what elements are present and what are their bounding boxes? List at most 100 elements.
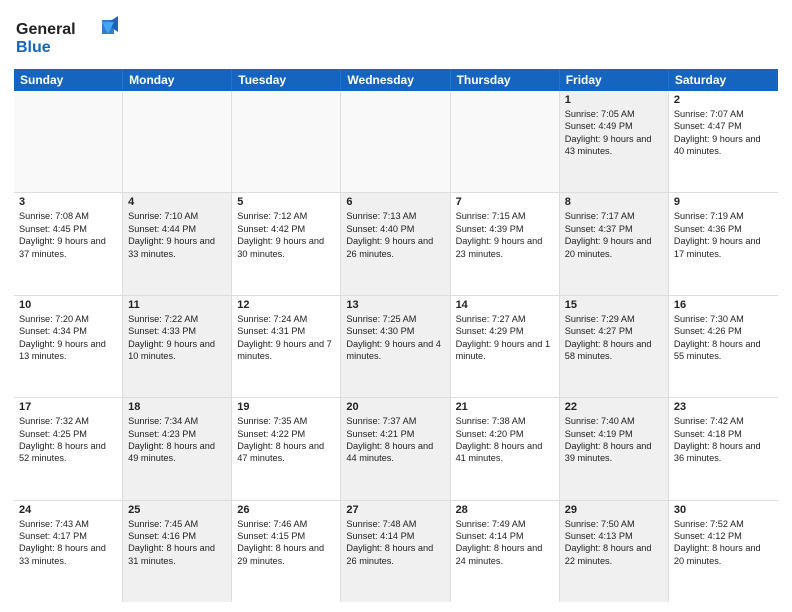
cell-info: Daylight: 9 hours and 17 minutes. — [674, 235, 773, 260]
cell-info: Daylight: 9 hours and 23 minutes. — [456, 235, 554, 260]
day-number: 30 — [674, 504, 773, 516]
cell-info: Sunrise: 7:12 AM — [237, 210, 335, 222]
cell-info: Daylight: 9 hours and 43 minutes. — [565, 133, 663, 158]
day-number: 23 — [674, 401, 773, 413]
calendar-cell-1-0: 3 Sunrise: 7:08 AMSunset: 4:45 PMDaylight… — [14, 193, 123, 294]
calendar-cell-0-3 — [341, 91, 450, 192]
day-number: 5 — [237, 196, 335, 208]
cell-info: Sunrise: 7:17 AM — [565, 210, 663, 222]
day-number: 16 — [674, 299, 773, 311]
cell-info: Sunrise: 7:34 AM — [128, 415, 226, 427]
calendar-cell-1-3: 6Sunrise: 7:13 AMSunset: 4:40 PMDaylight… — [341, 193, 450, 294]
cell-info: Sunrise: 7:43 AM — [19, 518, 117, 530]
calendar-cell-3-6: 23Sunrise: 7:42 AMSunset: 4:18 PMDayligh… — [669, 398, 778, 499]
header-day-sunday: Sunday — [14, 69, 123, 91]
calendar: SundayMondayTuesdayWednesdayThursdayFrid… — [14, 69, 778, 602]
cell-info: Daylight: 8 hours and 31 minutes. — [128, 542, 226, 567]
day-number: 26 — [237, 504, 335, 516]
calendar-cell-2-3: 13Sunrise: 7:25 AMSunset: 4:30 PMDayligh… — [341, 296, 450, 397]
day-number: 9 — [674, 196, 773, 208]
cell-info: Sunset: 4:19 PM — [565, 428, 663, 440]
calendar-cell-3-5: 22Sunrise: 7:40 AMSunset: 4:19 PMDayligh… — [560, 398, 669, 499]
day-number: 3 — [19, 196, 117, 208]
day-number: 11 — [128, 299, 226, 311]
cell-info: Daylight: 8 hours and 41 minutes. — [456, 440, 554, 465]
cell-info: Daylight: 8 hours and 24 minutes. — [456, 542, 554, 567]
day-number: 10 — [19, 299, 117, 311]
cell-info: Sunrise: 7:08 AM — [19, 210, 117, 222]
day-number: 13 — [346, 299, 444, 311]
calendar-cell-3-4: 21Sunrise: 7:38 AMSunset: 4:20 PMDayligh… — [451, 398, 560, 499]
cell-info: Sunset: 4:15 PM — [237, 530, 335, 542]
cell-info: Daylight: 8 hours and 49 minutes. — [128, 440, 226, 465]
cell-info: Sunset: 4:30 PM — [346, 325, 444, 337]
day-number: 4 — [128, 196, 226, 208]
calendar-header: SundayMondayTuesdayWednesdayThursdayFrid… — [14, 69, 778, 91]
day-number: 28 — [456, 504, 554, 516]
cell-info: Sunrise: 7:49 AM — [456, 518, 554, 530]
cell-info: Daylight: 8 hours and 58 minutes. — [565, 338, 663, 363]
day-number: 2 — [674, 94, 773, 106]
calendar-cell-4-1: 25Sunrise: 7:45 AMSunset: 4:16 PMDayligh… — [123, 501, 232, 602]
svg-text:Blue: Blue — [16, 39, 51, 56]
calendar-row-2: 10Sunrise: 7:20 AMSunset: 4:34 PMDayligh… — [14, 296, 778, 398]
cell-info: Sunrise: 7:46 AM — [237, 518, 335, 530]
calendar-cell-4-3: 27Sunrise: 7:48 AMSunset: 4:14 PMDayligh… — [341, 501, 450, 602]
cell-info: Sunset: 4:23 PM — [128, 428, 226, 440]
cell-info: Sunrise: 7:50 AM — [565, 518, 663, 530]
logo-text: General Blue — [14, 14, 124, 63]
cell-info: Sunrise: 7:48 AM — [346, 518, 444, 530]
calendar-cell-0-4 — [451, 91, 560, 192]
header-day-wednesday: Wednesday — [341, 69, 450, 91]
calendar-cell-1-4: 7Sunrise: 7:15 AMSunset: 4:39 PMDaylight… — [451, 193, 560, 294]
logo: General Blue — [14, 14, 124, 63]
cell-info: Sunrise: 7:30 AM — [674, 313, 773, 325]
cell-info: Daylight: 9 hours and 20 minutes. — [565, 235, 663, 260]
calendar-cell-3-0: 17Sunrise: 7:32 AMSunset: 4:25 PMDayligh… — [14, 398, 123, 499]
calendar-cell-2-6: 16Sunrise: 7:30 AMSunset: 4:26 PMDayligh… — [669, 296, 778, 397]
cell-info: Sunrise: 7:52 AM — [674, 518, 773, 530]
cell-info: Sunrise: 7:37 AM — [346, 415, 444, 427]
cell-info: Sunrise: 7:42 AM — [674, 415, 773, 427]
cell-info: Daylight: 8 hours and 55 minutes. — [674, 338, 773, 363]
cell-info: Sunset: 4:45 PM — [19, 223, 117, 235]
day-number: 21 — [456, 401, 554, 413]
cell-info: Sunset: 4:40 PM — [346, 223, 444, 235]
cell-info: Daylight: 9 hours and 13 minutes. — [19, 338, 117, 363]
calendar-body: 1Sunrise: 7:05 AMSunset: 4:49 PMDaylight… — [14, 91, 778, 602]
calendar-cell-4-2: 26Sunrise: 7:46 AMSunset: 4:15 PMDayligh… — [232, 501, 341, 602]
cell-info: Sunrise: 7:22 AM — [128, 313, 226, 325]
calendar-row-4: 24Sunrise: 7:43 AMSunset: 4:17 PMDayligh… — [14, 501, 778, 602]
cell-info: Sunset: 4:12 PM — [674, 530, 773, 542]
day-number: 20 — [346, 401, 444, 413]
cell-info: Sunrise: 7:13 AM — [346, 210, 444, 222]
cell-info: Daylight: 9 hours and 26 minutes. — [346, 235, 444, 260]
cell-info: Sunrise: 7:40 AM — [565, 415, 663, 427]
cell-info: Sunrise: 7:27 AM — [456, 313, 554, 325]
cell-info: Daylight: 8 hours and 20 minutes. — [674, 542, 773, 567]
calendar-cell-4-4: 28Sunrise: 7:49 AMSunset: 4:14 PMDayligh… — [451, 501, 560, 602]
day-number: 14 — [456, 299, 554, 311]
cell-info: Sunrise: 7:45 AM — [128, 518, 226, 530]
cell-info: Daylight: 9 hours and 37 minutes. — [19, 235, 117, 260]
cell-info: Sunrise: 7:35 AM — [237, 415, 335, 427]
cell-info: Daylight: 8 hours and 47 minutes. — [237, 440, 335, 465]
cell-info: Daylight: 8 hours and 22 minutes. — [565, 542, 663, 567]
calendar-cell-1-6: 9Sunrise: 7:19 AMSunset: 4:36 PMDaylight… — [669, 193, 778, 294]
calendar-row-1: 3Sunrise: 7:08 AMSunset: 4:45 PMDaylight… — [14, 193, 778, 295]
calendar-cell-2-0: 10Sunrise: 7:20 AMSunset: 4:34 PMDayligh… — [14, 296, 123, 397]
day-number: 8 — [565, 196, 663, 208]
cell-info: Daylight: 8 hours and 44 minutes. — [346, 440, 444, 465]
svg-text:General: General — [16, 21, 76, 38]
cell-info: Daylight: 9 hours and 4 minutes. — [346, 338, 444, 363]
day-number: 18 — [128, 401, 226, 413]
cell-info: Daylight: 8 hours and 36 minutes. — [674, 440, 773, 465]
cell-info: Sunset: 4:27 PM — [565, 325, 663, 337]
cell-info: Sunset: 4:31 PM — [237, 325, 335, 337]
calendar-cell-0-6: 2Sunrise: 7:07 AMSunset: 4:47 PMDaylight… — [669, 91, 778, 192]
cell-info: Sunset: 4:34 PM — [19, 325, 117, 337]
header-day-thursday: Thursday — [451, 69, 560, 91]
cell-info: Sunrise: 7:15 AM — [456, 210, 554, 222]
day-number: 1 — [565, 94, 663, 106]
calendar-cell-4-0: 24Sunrise: 7:43 AMSunset: 4:17 PMDayligh… — [14, 501, 123, 602]
